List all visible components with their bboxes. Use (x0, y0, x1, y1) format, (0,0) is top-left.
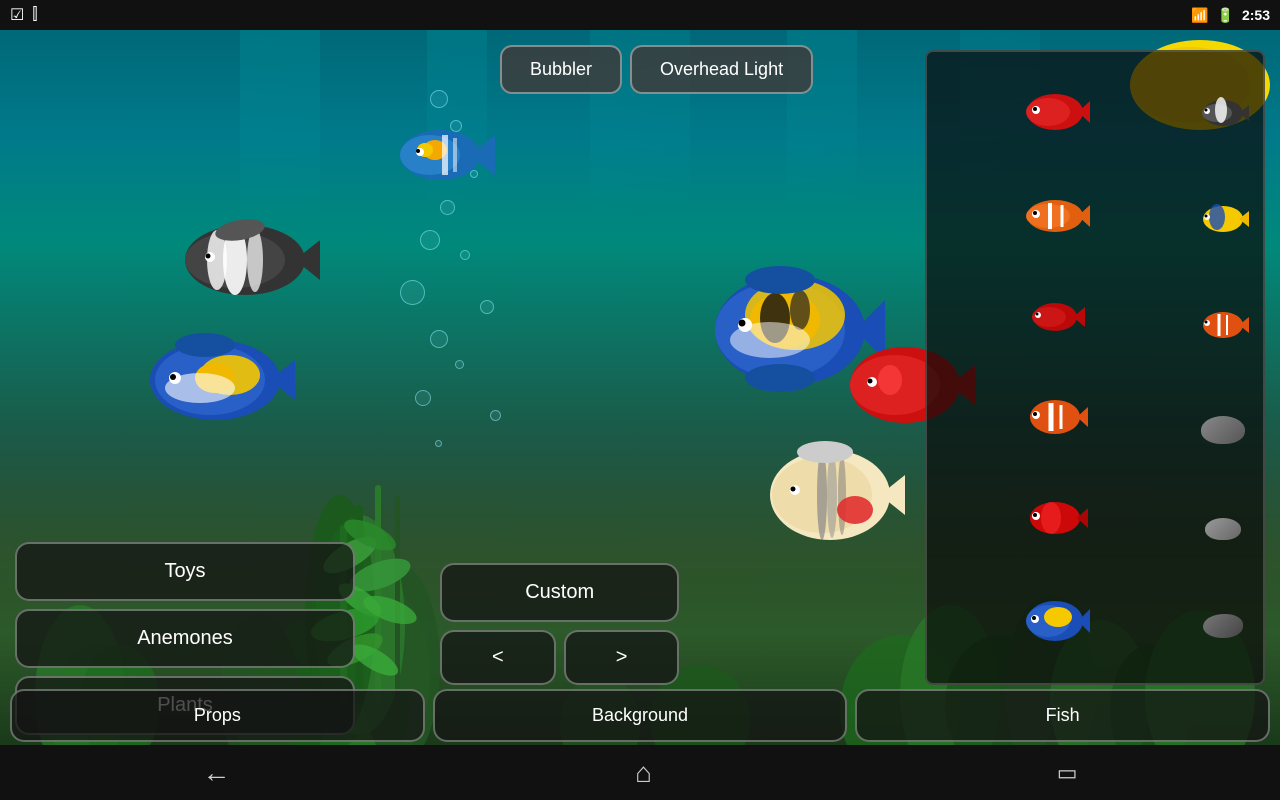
fish-item-small-dark[interactable] (1197, 97, 1249, 129)
nav-next-button[interactable]: > (564, 630, 680, 685)
custom-button[interactable]: Custom (440, 563, 679, 622)
fish-panel-left-column (927, 52, 1183, 683)
nav-home-button[interactable]: ⌂ (605, 749, 682, 797)
bottom-bar: Props Background Fish (0, 685, 1280, 745)
bubble (480, 300, 494, 314)
bubble (440, 200, 455, 215)
bubble (455, 360, 464, 369)
battery-icon: 🔋 (1217, 7, 1234, 24)
status-left-icons: ☑ ⫿ (10, 5, 37, 25)
overhead-light-button[interactable]: Overhead Light (630, 45, 813, 94)
fish-panel (925, 50, 1265, 685)
background-button[interactable]: Background (433, 689, 848, 742)
rock-item-2[interactable] (1205, 518, 1241, 540)
bubbler-button[interactable]: Bubbler (500, 45, 622, 94)
fish-item-red-striped[interactable] (1023, 499, 1088, 537)
toys-button[interactable]: Toys (15, 542, 355, 601)
black-white-fish (155, 205, 335, 315)
fish-item-red-small[interactable] (1025, 299, 1085, 335)
surgeon-fish (115, 320, 315, 440)
fish-item-small-stripe[interactable] (1197, 309, 1249, 341)
wifi-icon: 📶 (1191, 7, 1208, 24)
checkbox-icon: ☑ (10, 5, 24, 25)
rock-item-3[interactable] (1203, 614, 1243, 638)
status-right-icons: 📶 🔋 2:53 (1191, 7, 1270, 24)
butterfly-fish (740, 430, 920, 560)
fish-item-small-yellow[interactable] (1197, 203, 1249, 235)
anemones-button[interactable]: Anemones (15, 609, 355, 668)
menu-icon: ⫿ (32, 6, 37, 24)
clown-fish-top (360, 100, 520, 200)
bubble (400, 280, 425, 305)
bubble (415, 390, 431, 406)
bubble (460, 250, 470, 260)
center-panel: Custom < > (440, 563, 679, 685)
fish-panel-right-column (1183, 52, 1263, 683)
nav-prev-button[interactable]: < (440, 630, 556, 685)
status-time: 2:53 (1242, 7, 1270, 23)
bubble (430, 330, 448, 348)
nav-recent-button[interactable]: ▭ (1027, 752, 1108, 794)
rock-item-1[interactable] (1201, 416, 1245, 444)
status-bar: ☑ ⫿ 📶 🔋 2:53 (0, 0, 1280, 30)
nav-back-button[interactable]: ← (172, 749, 260, 797)
props-button[interactable]: Props (10, 689, 425, 742)
fish-item-clown[interactable] (1020, 195, 1090, 237)
fish-item-blue-yellow[interactable] (1020, 599, 1090, 644)
bubble (490, 410, 501, 421)
fish-item-orange-clown[interactable] (1023, 397, 1088, 437)
fish-item-red1[interactable] (1020, 91, 1090, 133)
navigation-bar: ← ⌂ ▭ (0, 745, 1280, 800)
bubble (420, 230, 440, 250)
nav-arrows: < > (440, 630, 679, 685)
fish-button[interactable]: Fish (855, 689, 1270, 742)
